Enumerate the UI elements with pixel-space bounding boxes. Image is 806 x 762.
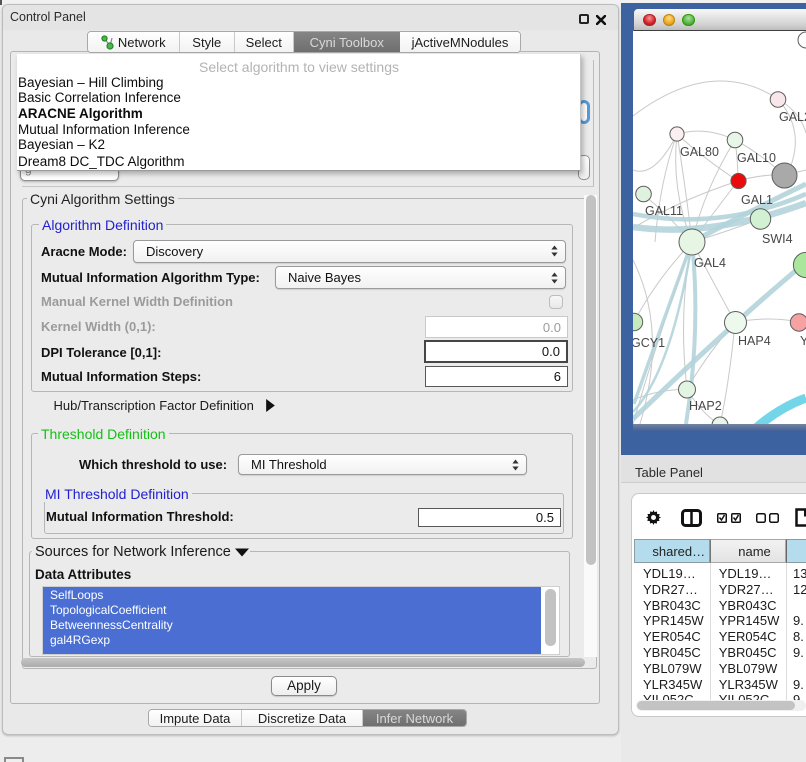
svg-text:HAP4: HAP4 <box>738 334 771 348</box>
svg-text:GAL11: GAL11 <box>645 204 683 218</box>
svg-text:GAL4: GAL4 <box>694 256 726 270</box>
svg-text:GAL1: GAL1 <box>741 193 773 207</box>
svg-text:HAP2: HAP2 <box>689 399 722 413</box>
svg-text:Y: Y <box>800 334 806 348</box>
svg-text:GAL2: GAL2 <box>779 110 806 124</box>
svg-text:GAL80: GAL80 <box>680 145 719 159</box>
svg-text:SWI4: SWI4 <box>762 232 793 246</box>
svg-text:GCY1: GCY1 <box>633 336 665 350</box>
svg-text:GAL10: GAL10 <box>737 151 776 165</box>
